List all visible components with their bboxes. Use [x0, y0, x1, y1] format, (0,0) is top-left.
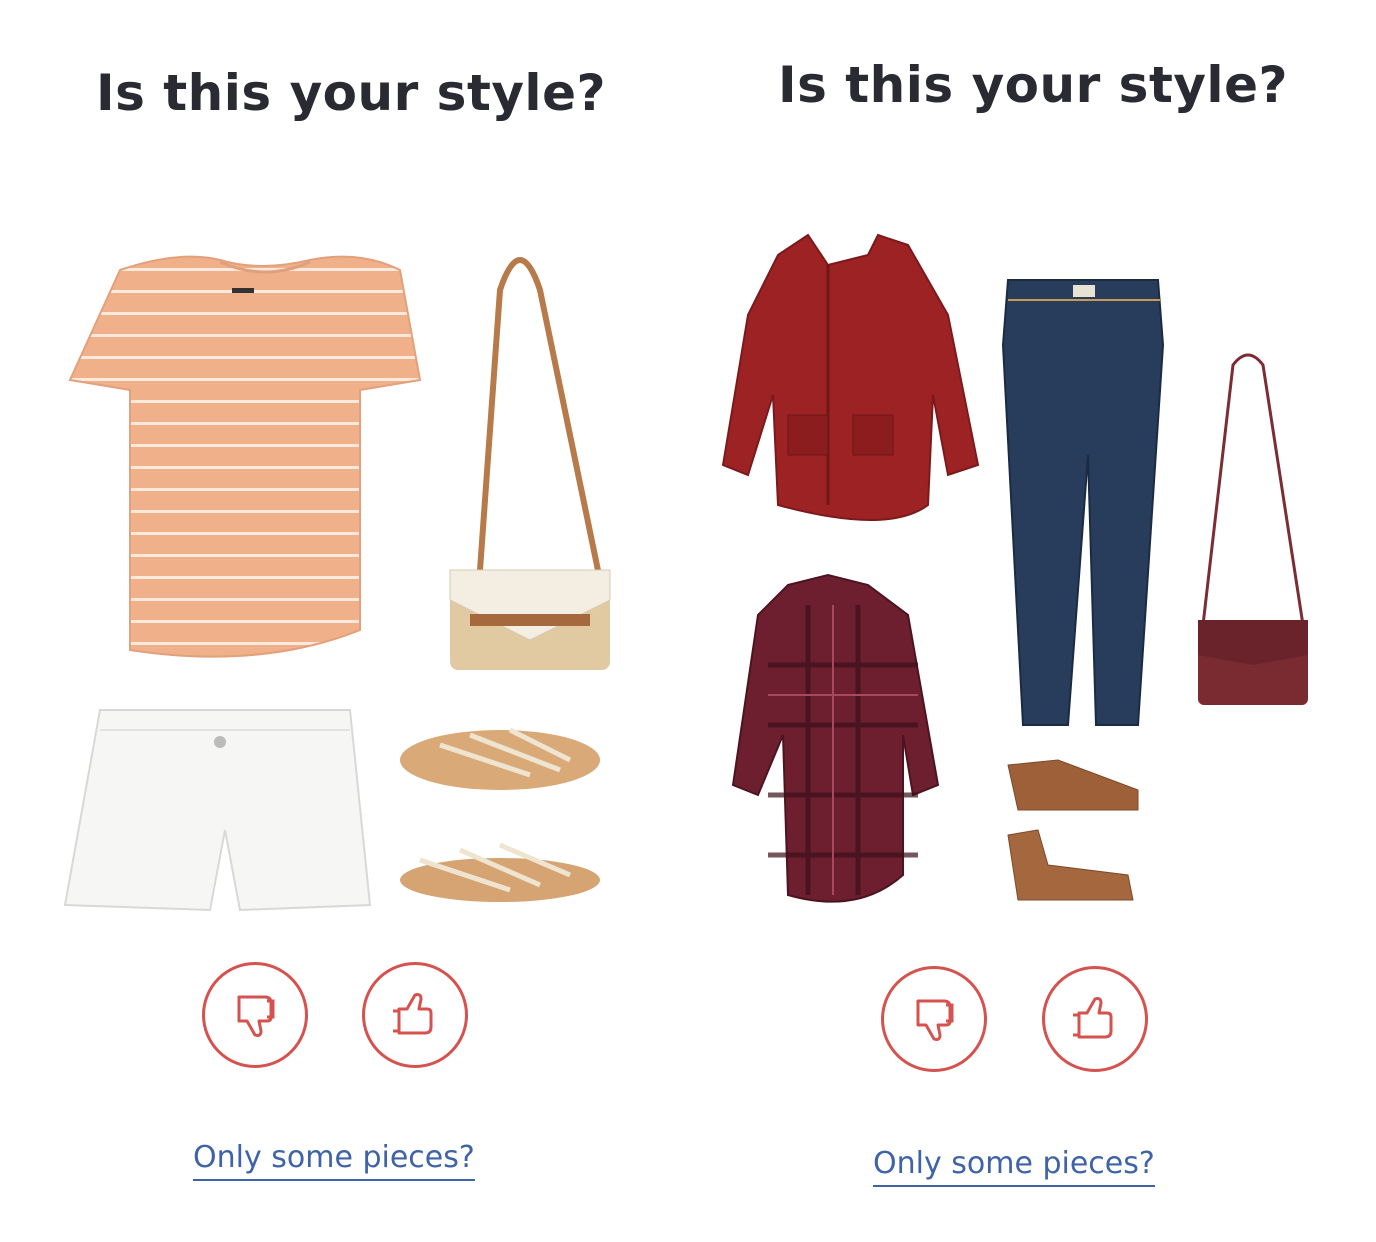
card-title: Is this your style? [778, 56, 1288, 114]
white-shorts-image [63, 709, 372, 912]
like-button[interactable] [362, 962, 468, 1068]
only-some-pieces-link[interactable]: Only some pieces? [873, 1146, 1155, 1187]
style-card-2: Is this your style? Only some pieces? [688, 0, 1376, 1242]
anorak-jacket-image [721, 233, 980, 521]
crossbody-bag-image [1198, 353, 1308, 705]
striped-tee-image [68, 255, 422, 658]
outfit-image [721, 233, 1308, 903]
thumbs-down-icon [916, 999, 954, 1041]
plaid-shirt-image [731, 573, 940, 903]
card-title: Is this your style? [96, 64, 606, 122]
dislike-button[interactable] [202, 962, 308, 1068]
thumbs-up-icon [1073, 997, 1113, 1039]
style-card-1: Is this your style? Only some pieces? [0, 0, 688, 1242]
thumbs-up-icon [393, 993, 433, 1035]
crossbody-bag-image [449, 257, 611, 670]
thumbs-down-icon [237, 995, 275, 1037]
only-some-pieces-link[interactable]: Only some pieces? [193, 1140, 475, 1181]
strappy-sandals-image [400, 727, 600, 902]
ankle-boots-image [1007, 759, 1139, 901]
dislike-button[interactable] [881, 966, 987, 1072]
outfit-image [63, 255, 611, 912]
like-button[interactable] [1042, 966, 1148, 1072]
skinny-jeans-image [1001, 279, 1165, 726]
